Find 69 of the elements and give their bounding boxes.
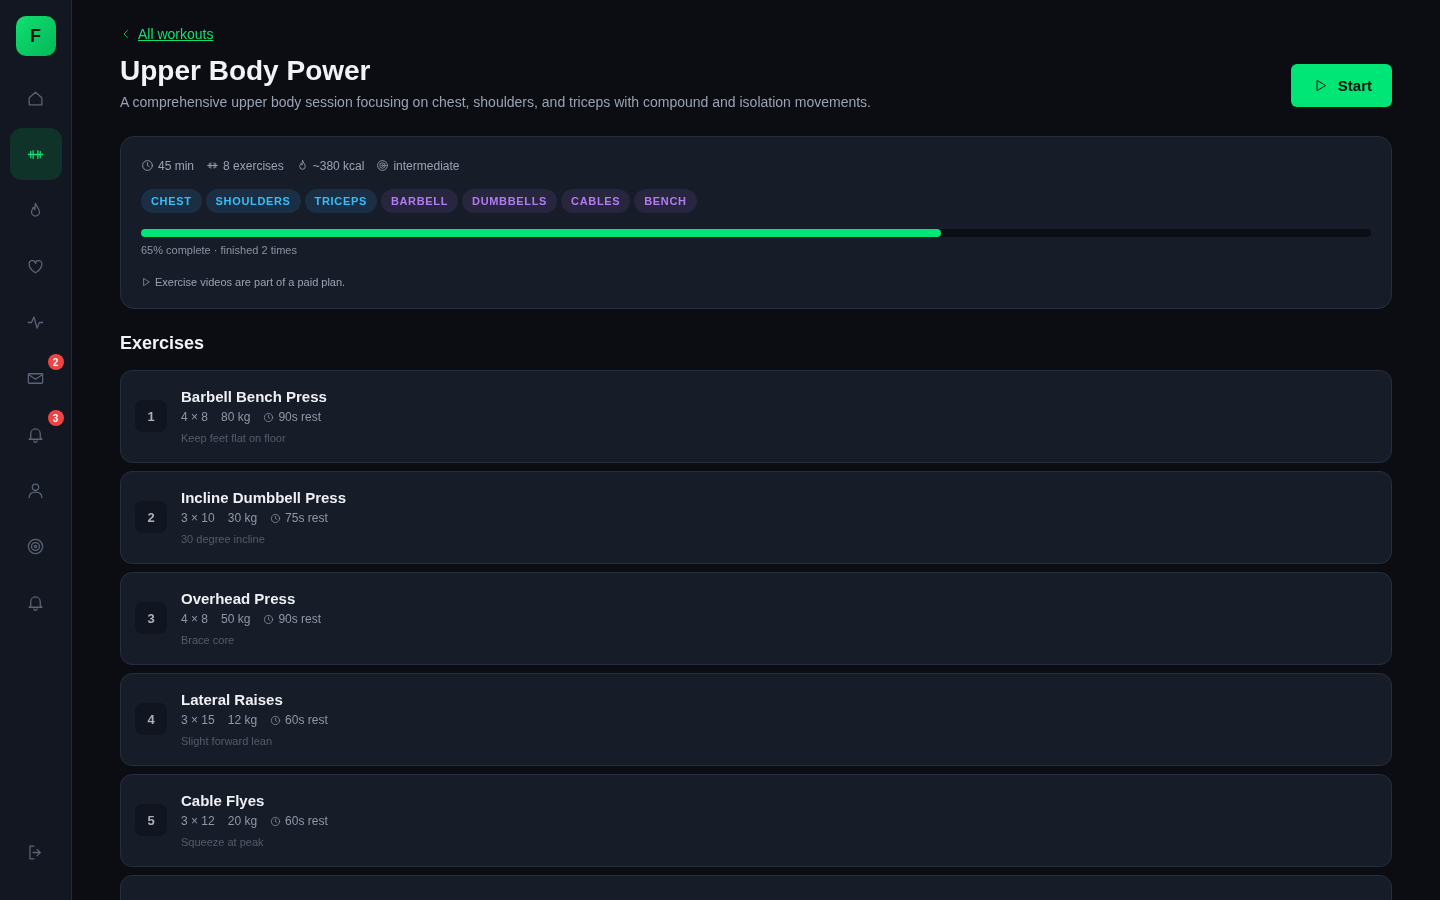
notification-badge: 3 xyxy=(47,410,64,426)
exercise-name: Cable Flyes xyxy=(181,792,266,810)
exercise-card[interactable]: 5 Cable Flyes 3 × 12 20 kg 60s rest Squeeze at peak xyxy=(120,773,1392,867)
target-icon xyxy=(376,159,390,173)
exercise-note: Squeeze at peak xyxy=(181,836,265,849)
exercise-card[interactable]: 4 Lateral Raises 3 × 15 12 kg 60s rest Slight forward lean xyxy=(120,672,1392,766)
rest-time: 60s rest xyxy=(285,814,328,829)
exercise-name: Lateral Raises xyxy=(181,691,284,709)
sets-reps: 3 × 12 xyxy=(181,814,215,829)
exercise-card[interactable]: 1 Barbell Bench Press 4 × 8 80 kg 90s rest Keep feet flat on floor xyxy=(120,369,1392,463)
meta-text: intermediate xyxy=(393,158,460,173)
clock-icon xyxy=(270,714,282,726)
clock-icon xyxy=(270,815,282,827)
meta-text: 45 min xyxy=(158,158,195,173)
clock-icon xyxy=(263,411,275,423)
rest-time: 60s rest xyxy=(285,713,328,728)
exercise-name: Incline Dumbbell Press xyxy=(181,489,347,507)
play-icon xyxy=(141,276,151,287)
target-icon xyxy=(26,536,45,556)
rest-time: 75s rest xyxy=(285,511,328,526)
weight: 12 kg xyxy=(227,713,258,728)
exercise-note: 30 degree incline xyxy=(181,533,266,546)
sets-reps: 4 × 8 xyxy=(181,410,209,425)
nav-item[interactable]: 2 xyxy=(9,352,62,404)
notification-badge: 2 xyxy=(47,354,64,370)
page-title: Upper Body Power xyxy=(120,54,372,88)
weight: 20 kg xyxy=(227,814,258,829)
exercise-note: Brace core xyxy=(181,634,236,647)
exercise-note: Keep feet flat on floor xyxy=(181,432,287,445)
exercise-card[interactable]: 2 Incline Dumbbell Press 3 × 10 30 kg 75s rest 30 degree incline xyxy=(120,470,1392,564)
section-heading: Exercises xyxy=(120,332,206,354)
start-button[interactable]: Start xyxy=(1290,64,1392,107)
tag: TRICEPS xyxy=(304,188,377,213)
tag: CABLES xyxy=(561,188,631,213)
exercise-number: 1 xyxy=(135,400,167,433)
home-icon xyxy=(26,88,45,108)
page-description: A comprehensive upper body session focusing on chest, shoulders, and triceps with compound and isolation movements. xyxy=(120,93,871,110)
clock-icon xyxy=(141,159,154,173)
app-logo[interactable]: F xyxy=(15,16,56,56)
exercise-name: Overhead Press xyxy=(181,590,297,608)
tag: BARBELL xyxy=(380,188,459,213)
clock-icon xyxy=(270,512,282,524)
sets-reps: 3 × 10 xyxy=(181,511,215,526)
sets-reps: 3 × 15 xyxy=(181,713,215,728)
back-link[interactable]: All workouts xyxy=(120,26,214,42)
exercise-card[interactable]: 3 Overhead Press 4 × 8 50 kg 90s rest Brace core xyxy=(120,571,1392,665)
nav-item[interactable]: 3 xyxy=(9,408,62,460)
nav-item[interactable] xyxy=(9,128,62,180)
rest-time: 90s rest xyxy=(278,410,322,425)
exercise-note: Slight forward lean xyxy=(181,735,274,748)
meta-text: ~380 kcal xyxy=(312,158,365,173)
weight: 50 kg xyxy=(221,612,251,627)
meta-text: 8 exercises xyxy=(223,158,284,173)
progress-text: 65% complete · finished 2 times xyxy=(141,243,298,256)
tag: DUMBBELLS xyxy=(462,188,558,213)
exercise-number: 4 xyxy=(135,703,167,736)
exercise-number: 5 xyxy=(135,804,167,837)
weight: 30 kg xyxy=(227,511,258,526)
weight: 80 kg xyxy=(221,410,251,425)
video-note: Exercise videos are part of a paid plan. xyxy=(155,275,346,288)
exercise-number: 3 xyxy=(135,602,167,635)
rest-time: 90s rest xyxy=(278,612,322,627)
tag: BENCH xyxy=(634,188,697,213)
clock-icon xyxy=(263,613,275,625)
exercise-name: Barbell Bench Press xyxy=(181,388,327,406)
sets-reps: 4 × 8 xyxy=(181,612,209,627)
tag: CHEST xyxy=(141,188,202,213)
tag: SHOULDERS xyxy=(205,188,301,213)
exercise-number: 2 xyxy=(135,501,167,534)
